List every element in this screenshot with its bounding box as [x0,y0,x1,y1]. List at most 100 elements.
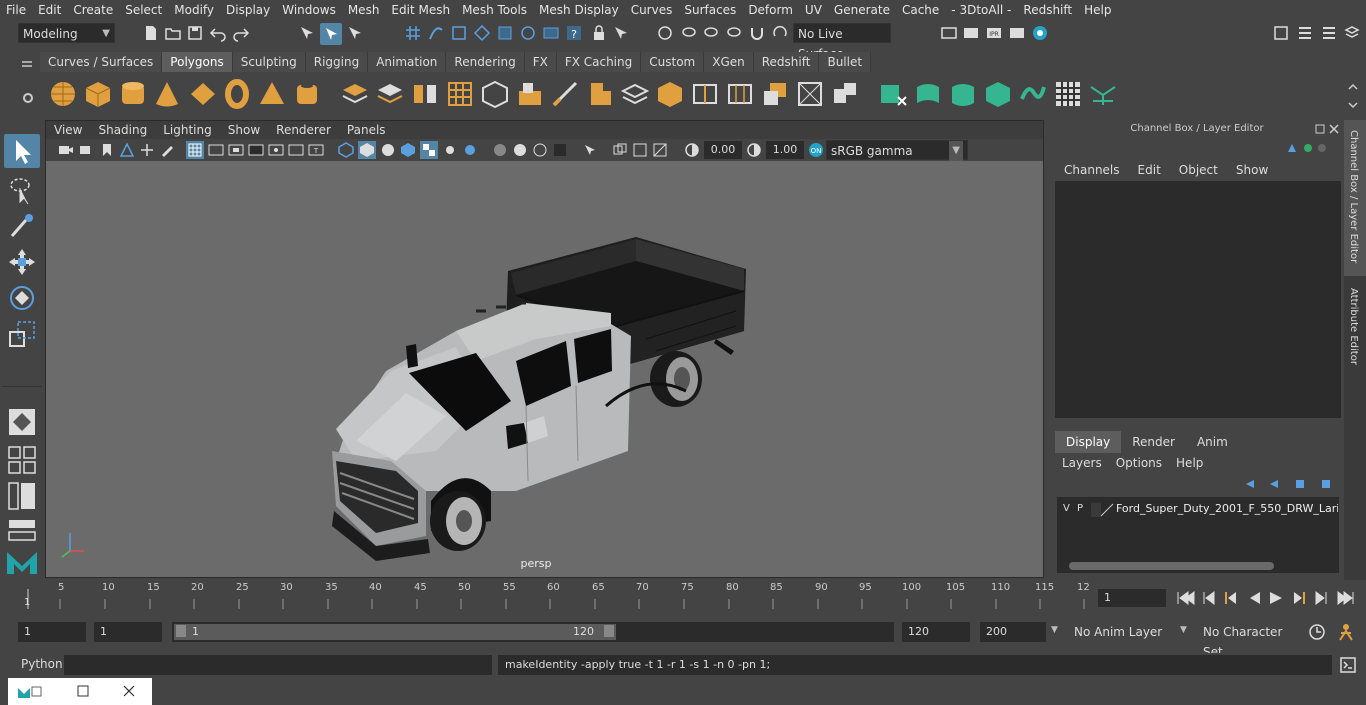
auto-key-icon[interactable] [1307,622,1327,642]
chevron-down-icon[interactable]: ▼ [1051,625,1058,635]
go-to-start-icon[interactable] [1177,591,1195,605]
grease-pencil-icon[interactable] [159,142,175,158]
select-by-hierarchy-icon[interactable] [298,24,316,42]
live-surface-field[interactable]: No Live Surface [793,23,891,61]
boolean-icon[interactable] [830,79,860,109]
make-live-icon[interactable] [612,24,630,42]
channel-box-toggle-icon[interactable] [1343,24,1361,42]
shadows-icon[interactable] [462,142,478,158]
four-view-layout-icon[interactable] [6,444,38,476]
uv-cylindrical-icon[interactable] [913,79,943,109]
current-frame-field[interactable]: 1 [1098,589,1166,607]
shelf-settings-gear-icon[interactable] [20,90,36,106]
paint-select-icon[interactable] [702,24,720,42]
script-editor-icon[interactable] [1339,656,1357,674]
render-settings-icon[interactable] [940,24,958,42]
exposure-field[interactable]: 0.00 [704,141,742,159]
tab-bullet[interactable]: Bullet [819,52,872,72]
time-slider[interactable]: 1 5 10 15 20 25 30 35 40 45 50 55 60 65 … [20,581,1092,611]
offset-edge-loop-icon[interactable] [725,79,755,109]
viewport-menu-lighting[interactable]: Lighting [155,121,220,139]
gamma-icon[interactable] [746,142,762,158]
chevron-down-icon[interactable]: ▼ [1180,625,1187,635]
uv-automatic-icon[interactable] [983,79,1013,109]
extrude-icon[interactable] [515,79,545,109]
go-to-end-icon[interactable] [1337,591,1354,605]
menu-mesh[interactable]: Mesh [342,0,386,20]
step-forward-icon[interactable] [1315,591,1327,605]
layer-help-menu[interactable]: Help [1169,453,1210,473]
tab-display[interactable]: Display [1055,431,1122,453]
workspace-icon[interactable] [1272,24,1290,42]
field-chart-icon[interactable] [268,142,284,158]
gamma-field[interactable]: 1.00 [766,141,804,159]
playback-start-field[interactable]: 1 [94,622,162,642]
reduce-icon[interactable] [480,79,510,109]
menu-3dtoall[interactable]: - 3DtoAll - [945,0,1017,20]
step-back-icon[interactable] [1203,591,1215,605]
snap-surface-icon[interactable] [496,24,514,42]
tab-fx-caching[interactable]: FX Caching [556,52,642,72]
poly-pyramid-icon[interactable] [257,79,287,109]
playback-end-field[interactable]: 120 [902,622,970,642]
uv-editor-icon[interactable] [1053,79,1083,109]
xray-icon[interactable] [612,142,628,158]
tab-curves-surfaces[interactable]: Curves / Surfaces [40,52,163,72]
color-space-dropdown[interactable]: sRGB gamma ▼ [826,140,968,161]
viewport-menu-renderer[interactable]: Renderer [268,121,339,139]
use-all-lights-icon[interactable] [442,142,458,158]
layer-visibility-toggle[interactable]: V [1063,503,1070,514]
poly-cone-icon[interactable] [152,79,182,109]
play-forwards-icon[interactable] [1270,592,1282,604]
menu-uv[interactable]: UV [799,0,828,20]
depth-of-field-icon[interactable] [552,142,568,158]
soft-select-icon[interactable] [656,24,674,42]
wireframe-icon[interactable] [338,142,354,158]
truck-model-render[interactable] [46,161,1043,577]
lasso-tool-icon[interactable] [6,174,38,206]
reflection-icon[interactable] [771,24,789,42]
snap-view-plane-icon[interactable] [473,24,491,42]
menu-edit[interactable]: Edit [32,0,67,20]
edit-menu[interactable]: Edit [1129,160,1170,180]
anim-layer-dropdown[interactable]: No Anim Layer [1068,622,1176,642]
menu-redshift[interactable]: Redshift [1017,0,1078,20]
merge-icon[interactable] [760,79,790,109]
tool-settings-toggle-icon[interactable] [1320,24,1338,42]
object-menu[interactable]: Object [1170,160,1227,180]
tab-fx[interactable]: FX [524,52,557,72]
play-backwards-icon[interactable] [1250,592,1260,604]
menu-curves[interactable]: Curves [625,0,679,20]
menu-create[interactable]: Create [67,0,119,20]
color-management-icon[interactable]: ON [808,142,824,158]
append-polygon-icon[interactable] [655,79,685,109]
viewport-menu-view[interactable]: View [46,121,90,139]
safe-title-icon[interactable]: T [308,142,324,158]
layer-scrollbar[interactable] [1069,562,1274,570]
paint-select-tool-icon[interactable] [6,210,38,242]
menu-mesh-display[interactable]: Mesh Display [533,0,625,20]
ipr-render-icon[interactable]: IPR [985,24,1003,42]
tab-redshift[interactable]: Redshift [753,52,820,72]
safe-action-icon[interactable] [288,142,304,158]
symmetry-icon[interactable] [725,24,743,42]
close-icon[interactable] [122,684,136,698]
snap-curve-icon[interactable] [427,24,445,42]
film-gate-icon[interactable] [208,142,224,158]
rotate-tool-icon[interactable] [6,282,38,314]
animation-end-field[interactable]: 200 [980,622,1046,642]
uv-planar-icon[interactable] [878,79,908,109]
render-frame-icon[interactable] [962,24,980,42]
save-scene-icon[interactable] [186,24,204,42]
tab-polygons[interactable]: Polygons [162,52,233,72]
multi-cut-icon[interactable] [550,79,580,109]
snap-vertex-icon[interactable] [519,24,537,42]
menu-deform[interactable]: Deform [742,0,799,20]
2d-pan-zoom-icon[interactable] [139,142,155,158]
hypershade-icon[interactable] [1008,24,1026,42]
select-by-component-icon[interactable] [346,24,364,42]
viewport-menu-shading[interactable]: Shading [90,121,155,139]
panel-float-close-icons[interactable] [1314,123,1340,135]
graph-layout-icon[interactable] [6,514,38,546]
anti-aliasing-icon[interactable] [532,142,548,158]
